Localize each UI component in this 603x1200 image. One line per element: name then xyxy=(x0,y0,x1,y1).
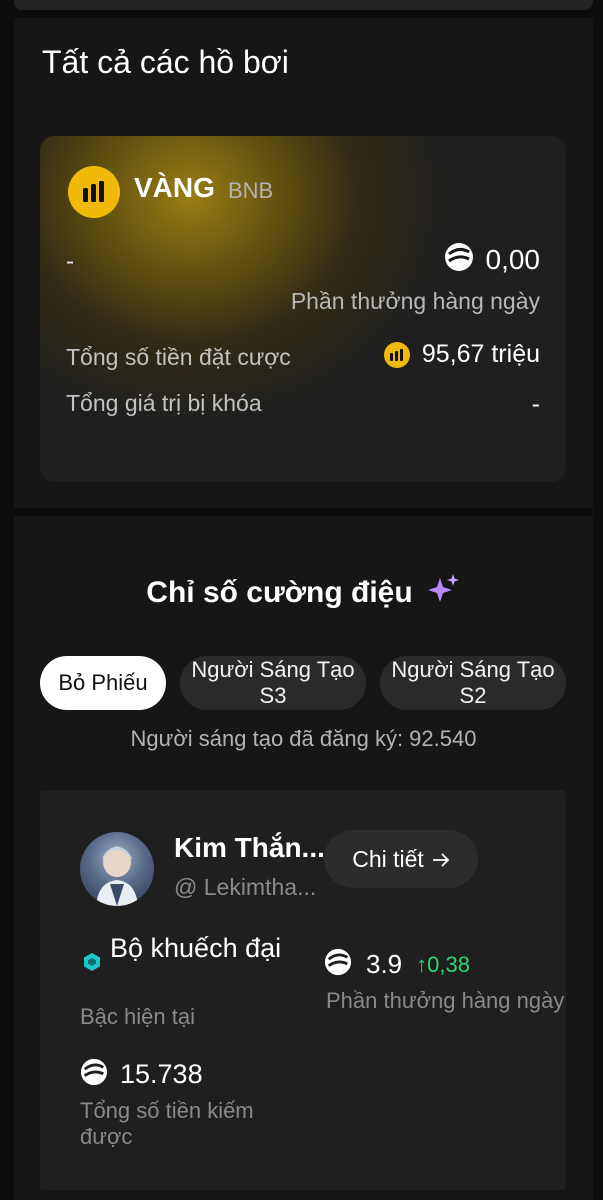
pools-title: Tất cả các hồ bơi xyxy=(42,44,289,80)
daily-change-value: 0,38 xyxy=(427,951,470,977)
gold-coin-icon xyxy=(383,341,410,368)
top-panel-edge xyxy=(14,0,593,10)
creator-daily-value: 3.9 xyxy=(366,949,403,979)
hype-tabs: Bỏ Phiếu Người Sáng Tạo S3 Người Sáng Tạ… xyxy=(40,656,566,712)
daily-reward-row: 0,00 xyxy=(444,242,541,277)
gold-pool-logo-icon xyxy=(68,166,120,218)
tab-creator-s3[interactable]: Người Sáng Tạo S3 xyxy=(180,656,366,710)
reward-token-icon xyxy=(324,948,352,981)
detail-button[interactable]: Chi tiết xyxy=(324,830,478,888)
creator-name[interactable]: Kim Thắn... xyxy=(174,832,325,864)
arrow-up-icon: ↑ xyxy=(416,951,428,977)
pool-name: VÀNG xyxy=(134,172,215,203)
total-earned-label: Tổng số tiền kiếm được xyxy=(80,1098,254,1149)
pool-ticker: BNB xyxy=(228,178,274,203)
total-staked-value: 95,67 triệu xyxy=(421,340,540,368)
daily-reward-label: Phần thưởng hàng ngày xyxy=(290,288,540,314)
amplifier-tier-icon xyxy=(82,952,102,977)
reward-token-icon xyxy=(80,1058,108,1091)
reward-token-icon xyxy=(444,242,474,277)
total-earned-row: 15.738 xyxy=(80,1058,203,1091)
tier-label: Bậc hiện tại xyxy=(80,1004,195,1029)
tvl-label: Tổng giá trị bị khóa xyxy=(66,390,262,416)
creator-card[interactable]: Kim Thắn... @ Lekimtha... Chi tiết Bộ kh… xyxy=(40,790,566,1190)
tab-creator-s2[interactable]: Người Sáng Tạo S2 xyxy=(380,656,566,710)
hype-title: Chỉ số cường điệu xyxy=(146,575,413,609)
total-staked-row: 95,67 triệu xyxy=(383,340,540,369)
creator-daily-reward-row: 3.9 ↑0,38 xyxy=(324,948,470,981)
total-earned-value: 15.738 xyxy=(120,1059,203,1089)
creator-daily-label: Phần thưởng hàng ngày xyxy=(326,988,565,1013)
registered-creators-count: Người sáng tạo đã đăng ký: 92.540 xyxy=(130,726,477,751)
creator-handle: @ Lekimtha... xyxy=(174,874,317,900)
hype-section: Chỉ số cường điệu Bỏ Phiếu Người Sáng Tạ… xyxy=(14,516,593,1200)
hype-title-row: Chỉ số cường điệu xyxy=(14,572,593,613)
daily-change: ↑0,38 xyxy=(416,952,470,978)
pool-card[interactable]: VÀNG BNB - 0,00 Phần thưởng hàng ngày Tổ… xyxy=(40,136,566,482)
daily-reward-value: 0,00 xyxy=(485,243,541,275)
sparkles-icon xyxy=(425,572,461,613)
pool-left-value: - xyxy=(66,248,74,275)
tvl-value: - xyxy=(531,390,540,418)
total-staked-label: Tổng số tiền đặt cược xyxy=(66,344,291,370)
avatar[interactable] xyxy=(80,832,154,906)
tab-vote[interactable]: Bỏ Phiếu xyxy=(40,656,166,710)
detail-button-label: Chi tiết xyxy=(352,845,424,872)
pools-section: Tất cả các hồ bơi VÀNG BNB - 0,00 Phần t xyxy=(14,18,593,508)
tier-name: Bộ khuếch đại xyxy=(110,933,282,963)
arrow-right-icon xyxy=(432,846,450,873)
